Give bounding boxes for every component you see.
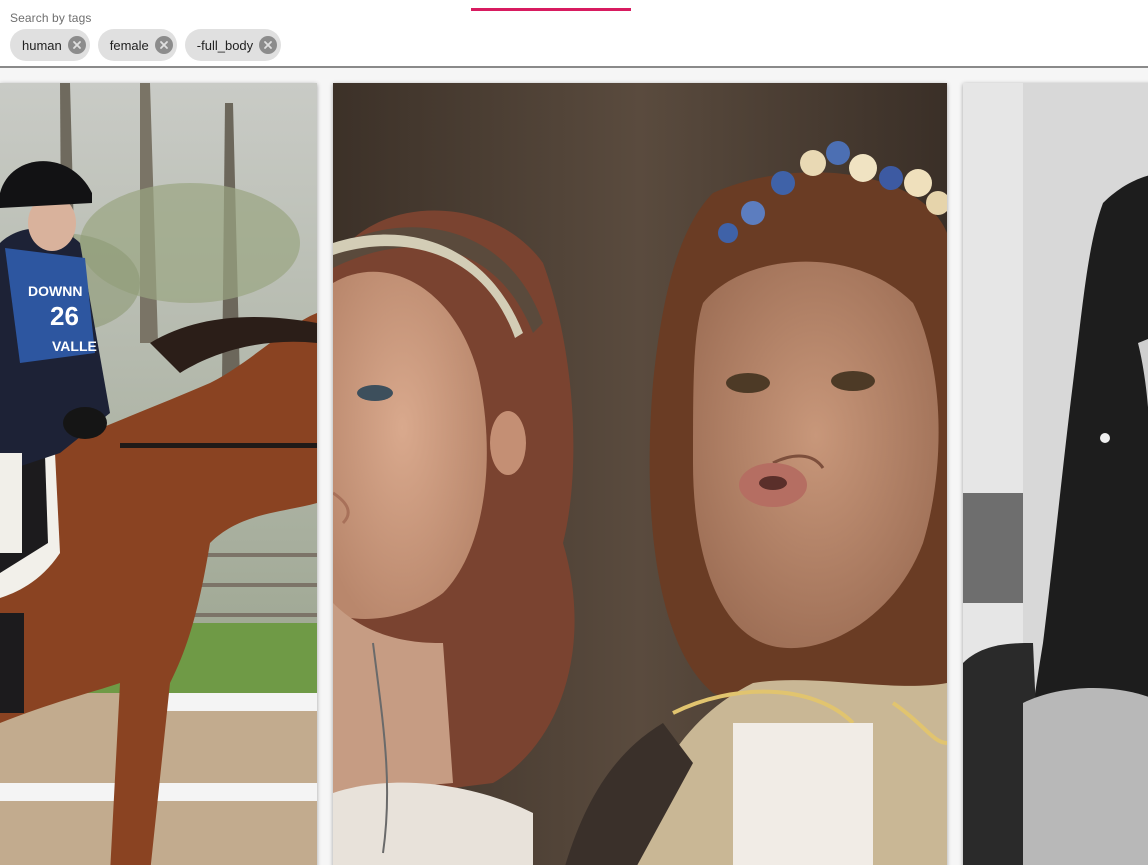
- close-icon[interactable]: [259, 36, 278, 54]
- image-tile-bw-portrait[interactable]: [963, 83, 1148, 865]
- close-icon[interactable]: [154, 36, 173, 54]
- search-label: Search by tags: [10, 11, 92, 25]
- tag-chip-female[interactable]: female: [97, 29, 177, 61]
- two-women-portrait-image: [333, 83, 947, 865]
- tag-chip-label: female: [109, 37, 149, 53]
- image-tile-two-women[interactable]: [333, 83, 947, 865]
- tag-chip-label: human: [22, 37, 62, 53]
- tag-chip-full-body[interactable]: -full_body: [184, 29, 282, 61]
- horse-rider-image: DOWNN 26 VALLE: [0, 83, 317, 865]
- tag-search-bar[interactable]: Search by tags human female -full_body: [0, 0, 1148, 68]
- close-icon[interactable]: [67, 36, 86, 54]
- image-grid: DOWNN 26 VALLE: [0, 68, 1148, 865]
- bib-number: 26: [50, 301, 79, 331]
- tag-chip-human[interactable]: human: [10, 29, 90, 61]
- bw-woman-portrait-image: [963, 83, 1148, 865]
- tag-chip-label: -full_body: [196, 37, 254, 53]
- bib-text-top: DOWNN: [28, 283, 82, 299]
- active-tab-indicator: [471, 8, 631, 11]
- bib-text-bottom: VALLE: [52, 338, 97, 354]
- image-tile-horse-rider[interactable]: DOWNN 26 VALLE: [0, 83, 317, 865]
- tag-chip-list: human female -full_body: [10, 29, 282, 61]
